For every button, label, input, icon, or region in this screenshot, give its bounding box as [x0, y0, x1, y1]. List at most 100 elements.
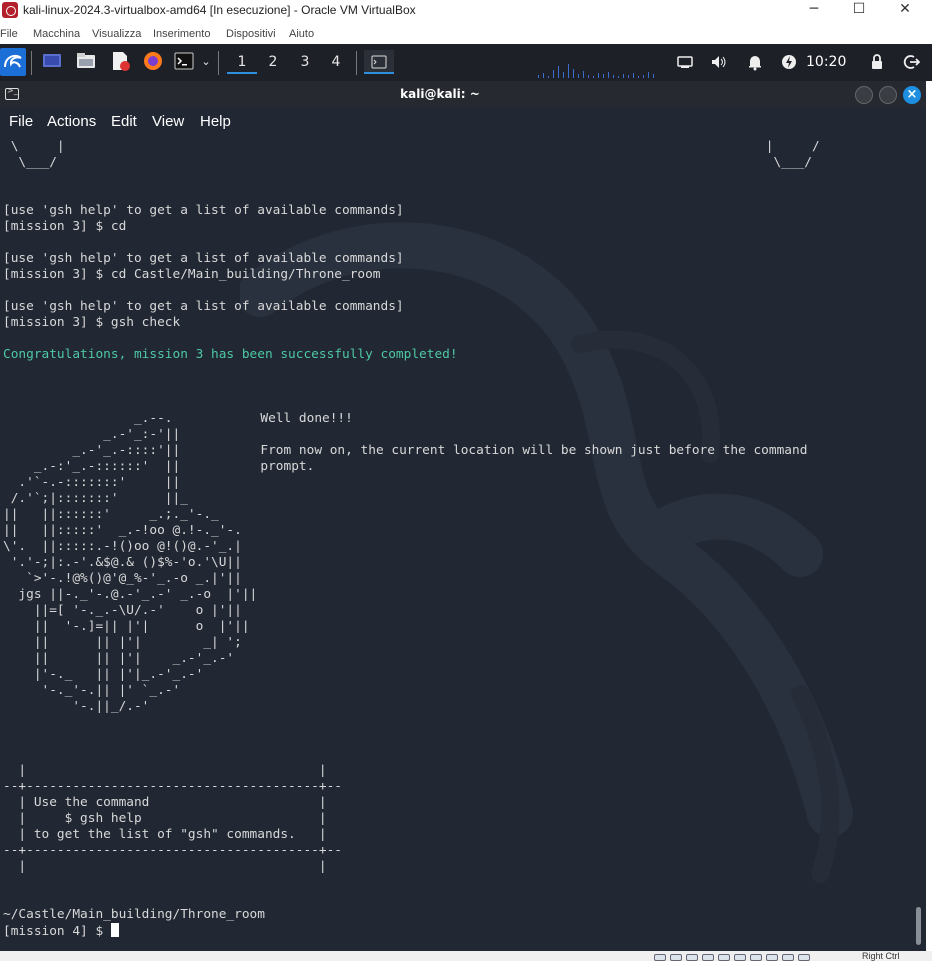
activity-bar [598, 73, 599, 78]
vbox-storage-icon[interactable] [654, 954, 666, 961]
workspace-2[interactable]: 2 [259, 50, 287, 74]
text-editor-icon[interactable] [108, 50, 132, 74]
terminal-close-button[interactable]: × [903, 86, 921, 104]
terminal-line: || ||:::::' _.-!oo @.!-._'-. [3, 523, 242, 538]
terminal-line: [use 'gsh help' to get a list of availab… [3, 299, 404, 314]
vbox-shared-folders-icon[interactable] [734, 954, 746, 961]
terminal-line: .'`-.-:::::::' || [3, 475, 181, 490]
desktop-icon[interactable] [40, 50, 64, 74]
vbox-menu-devices[interactable]: Dispositivi [226, 28, 276, 40]
activity-bar [578, 74, 579, 78]
terminal-line: [mission 3] $ cd [3, 219, 127, 234]
terminal-minimize-button[interactable] [855, 86, 873, 104]
kali-dragon-watermark [240, 222, 853, 883]
terminal-line: || || |'| _.-'_.-' [3, 651, 235, 666]
terminal-line: jgs ||-._'-.@.-'_.-' _.-o |'|| [3, 587, 258, 602]
activity-bar [583, 71, 584, 78]
kali-top-panel: ⌄ 1 2 3 4 10:20 [0, 44, 932, 81]
terminal-menu-edit[interactable]: Edit [111, 113, 137, 130]
terminal-menu-view[interactable]: View [152, 113, 184, 130]
terminal-line: |'-._ || |'|_.-'_.-' [3, 667, 204, 682]
terminal-line: | Use the command | [3, 795, 327, 810]
activity-bar [553, 70, 554, 78]
network-icon[interactable] [674, 50, 696, 74]
launcher-dropdown-icon[interactable]: ⌄ [199, 50, 213, 74]
vbox-mouse-icon[interactable] [798, 954, 810, 961]
activity-bar [563, 72, 564, 78]
terminal-line: From now on, the current location will b… [260, 443, 808, 458]
terminal-line: [mission 3] $ gsh check [3, 315, 181, 330]
terminal-title-bar: kali@kali: ~ × [0, 81, 926, 108]
virtualbox-menubar: File Macchina Visualizza Inserimento Dis… [0, 27, 932, 43]
vbox-usb-icon[interactable] [718, 954, 730, 961]
terminal-line: ||=[ '-._.-\U/.-' o |'|| [3, 603, 242, 618]
vbox-cpu-icon[interactable] [782, 954, 794, 961]
terminal-line: \___/ \___/ [3, 155, 812, 170]
terminal-line: [use 'gsh help' to get a list of availab… [3, 251, 404, 266]
window-title: kali-linux-2024.3-virtualbox-amd64 [In e… [23, 3, 416, 17]
panel-separator [218, 51, 219, 75]
close-window-button[interactable]: ✕ [882, 0, 928, 20]
workspace-3[interactable]: 3 [291, 50, 319, 74]
file-manager-icon[interactable] [74, 50, 98, 74]
activity-bar [538, 75, 539, 78]
text-cursor [110, 923, 119, 937]
workspace-1[interactable]: 1 [227, 50, 257, 74]
taskbar-terminal-window[interactable] [364, 50, 394, 74]
desktop-activity-graph [538, 62, 664, 78]
terminal-line: `>'-.!@%()@'@_%-'_.-o _.|'|| [3, 571, 242, 586]
vbox-menu-view[interactable]: Visualizza [92, 28, 141, 40]
vbox-recording-icon[interactable] [766, 954, 778, 961]
terminal-line: /.'`;|:::::::' ||_ [3, 491, 188, 506]
vbox-menu-help[interactable]: Aiuto [289, 28, 314, 40]
activity-bar [573, 69, 574, 78]
firefox-icon[interactable] [141, 50, 165, 74]
vbox-menu-input[interactable]: Inserimento [153, 28, 210, 40]
terminal-line: ~/Castle/Main_building/Throne_room [3, 907, 265, 922]
terminal-icon[interactable] [172, 50, 196, 74]
lock-icon[interactable] [866, 50, 888, 74]
workspace-4[interactable]: 4 [322, 50, 350, 74]
panel-separator [356, 51, 357, 75]
notifications-icon[interactable] [744, 50, 766, 74]
terminal-prompt[interactable]: [mission 4] $ [3, 923, 119, 940]
terminal-line: | | [3, 763, 327, 778]
vbox-menu-file[interactable]: File [0, 28, 18, 40]
terminal-line: --+-------------------------------------… [3, 779, 342, 794]
panel-clock[interactable]: 10:20 [806, 50, 846, 74]
activity-bar [608, 72, 609, 78]
logout-icon[interactable] [900, 50, 922, 74]
terminal-menu-actions[interactable]: Actions [47, 113, 96, 130]
terminal-line: || '-.]=|| |'| o |'|| [3, 619, 250, 634]
power-icon[interactable] [778, 50, 800, 74]
activity-bar [638, 76, 639, 78]
activity-bar [603, 74, 604, 78]
terminal-title: kali@kali: ~ [400, 87, 480, 101]
window-title-bar: kali-linux-2024.3-virtualbox-amd64 [In e… [0, 0, 932, 20]
activity-bar [623, 74, 624, 78]
vbox-audio-icon[interactable] [686, 954, 698, 961]
vbox-network-icon[interactable] [702, 954, 714, 961]
volume-icon[interactable] [708, 50, 730, 74]
terminal-line: Well done!!! [260, 411, 353, 426]
vbox-display-icon[interactable] [750, 954, 762, 961]
terminal-output[interactable]: \ | | / \___/ \___/ [use 'gsh help' to g… [0, 134, 926, 951]
vbox-menu-machine[interactable]: Macchina [33, 28, 80, 40]
terminal-line: _.-'_.-::::'|| [3, 443, 181, 458]
terminal-line: || ||::::::' _.;._'-._ [3, 507, 219, 522]
vbox-optical-icon[interactable] [670, 954, 682, 961]
terminal-line: '.'-;|:.-'.&$@.& ()$%-'o.'\U|| [3, 555, 242, 570]
terminal-menu-file[interactable]: File [9, 113, 33, 130]
terminal-line: \'. ||:::::.-!()oo @!()@.-'_.| [3, 539, 242, 554]
minimize-button[interactable]: ─ [791, 0, 837, 20]
terminal-maximize-button[interactable] [879, 86, 897, 104]
terminal-line: _.--. [3, 411, 173, 426]
terminal-line: _.-'_:-'|| [3, 427, 181, 442]
activity-bar [568, 64, 569, 78]
terminal-scrollbar[interactable] [916, 907, 921, 945]
terminal-line: | to get the list of "gsh" commands. | [3, 827, 327, 842]
terminal-menu-help[interactable]: Help [200, 113, 231, 130]
maximize-button[interactable]: ☐ [836, 0, 882, 20]
activity-bar [558, 66, 559, 78]
kali-menu-icon[interactable] [0, 48, 26, 76]
